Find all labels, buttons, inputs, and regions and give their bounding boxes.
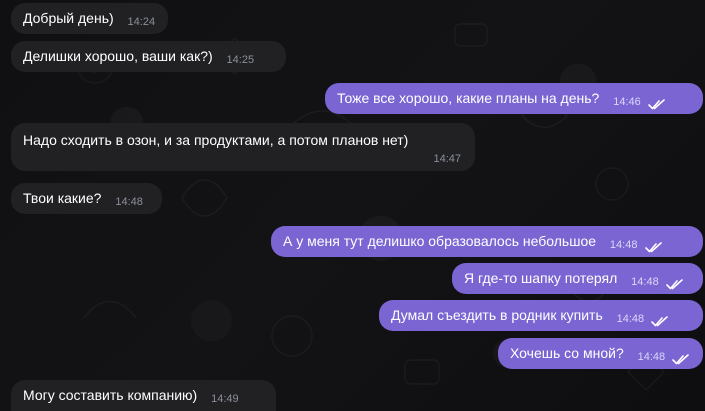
message-time: 14:25 [226, 54, 255, 66]
message-time: 14:48 [616, 313, 645, 325]
message-meta: 14:46 [613, 94, 665, 111]
message-time: 14:46 [613, 96, 641, 108]
message-time: 14:24 [127, 16, 156, 28]
double-check-icon [644, 242, 662, 253]
message-bubble-incoming[interactable]: Надо сходить в озон, и за продуктами, а … [11, 123, 475, 171]
double-check-icon [672, 354, 690, 365]
message-text: А у меня тут делишко образовалось неболь… [283, 233, 597, 249]
message-meta: 14:48 [631, 274, 683, 291]
message-text: Твои какие? [23, 190, 102, 206]
message-time: 14:48 [609, 239, 638, 251]
message-text: Хочешь со мной? [510, 345, 624, 361]
message-meta: 14:48 [638, 349, 690, 366]
message-bubble-outgoing[interactable]: Хочешь со мной? 14:48 [498, 338, 703, 369]
double-check-icon [651, 316, 669, 327]
message-bubble-outgoing[interactable]: Я где-то шапку потерял 14:48 [452, 263, 703, 294]
message-time: 14:48 [115, 196, 143, 208]
message-time: 14:48 [631, 276, 659, 288]
chat-window: Добрый день) 14:24 Делишки хорошо, ваши … [0, 0, 705, 411]
message-meta: 14:48 [617, 311, 669, 328]
message-text: Думал съездить в родник купить [391, 307, 603, 323]
message-time: 14:48 [637, 351, 666, 363]
double-check-icon [648, 99, 665, 110]
message-bubble-outgoing[interactable]: Тоже все хорошо, какие планы на день? 14… [325, 83, 703, 114]
message-bubble-outgoing[interactable]: А у меня тут делишко образовалось неболь… [271, 226, 703, 257]
message-time: 14:47 [433, 153, 461, 165]
message-text: Я где-то шапку потерял [464, 270, 618, 286]
message-text: Добрый день) [23, 10, 114, 26]
message-time: 14:49 [211, 393, 239, 405]
message-list: Добрый день) 14:24 Делишки хорошо, ваши … [0, 0, 705, 411]
message-bubble-incoming[interactable]: Могу составить компанию) 14:49 [11, 380, 276, 411]
double-check-icon [665, 279, 683, 290]
message-bubble-incoming[interactable]: Делишки хорошо, ваши как?) 14:25 [11, 41, 286, 72]
message-text: Надо сходить в озон, и за продуктами, а … [23, 132, 409, 148]
message-bubble-incoming[interactable]: Добрый день) 14:24 [11, 3, 168, 34]
message-text: Делишки хорошо, ваши как?) [23, 48, 213, 64]
message-text: Тоже все хорошо, какие планы на день? [337, 90, 600, 106]
message-meta: 14:48 [610, 237, 662, 254]
message-text: Могу составить компанию) [23, 387, 198, 403]
message-bubble-incoming[interactable]: Твои какие? 14:48 [11, 183, 162, 214]
message-bubble-outgoing[interactable]: Думал съездить в родник купить 14:48 [379, 300, 703, 331]
